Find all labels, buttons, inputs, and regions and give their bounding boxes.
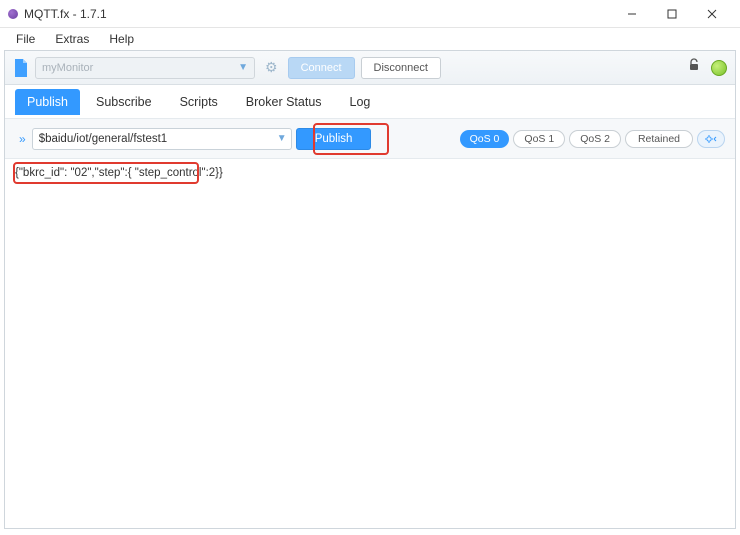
connect-button[interactable]: Connect <box>288 57 355 79</box>
chevron-down-icon: ▼ <box>277 133 287 144</box>
profile-select-placeholder: myMonitor <box>42 62 93 74</box>
main-frame: myMonitor ▼ ⚙ Connect Disconnect Publish… <box>4 50 736 529</box>
qos-2-button[interactable]: QoS 2 <box>569 130 621 148</box>
close-button[interactable] <box>692 0 732 28</box>
publish-settings-button[interactable] <box>697 130 725 148</box>
tab-log[interactable]: Log <box>338 89 383 115</box>
payload-text: {"bkrc_id": "02","step":{ "step_control"… <box>15 165 725 181</box>
menu-help[interactable]: Help <box>99 30 144 48</box>
window-titlebar: MQTT.fx - 1.7.1 <box>0 0 740 28</box>
menubar: File Extras Help <box>0 28 740 50</box>
profile-file-icon[interactable] <box>13 59 29 77</box>
minimize-button[interactable] <box>612 0 652 28</box>
profile-select[interactable]: myMonitor ▼ <box>35 57 255 79</box>
retained-toggle[interactable]: Retained <box>625 130 693 148</box>
qos-0-button[interactable]: QoS 0 <box>460 130 510 148</box>
tab-subscribe[interactable]: Subscribe <box>84 89 164 115</box>
window-title: MQTT.fx - 1.7.1 <box>24 7 612 21</box>
topic-input[interactable]: $baidu/iot/general/fstest1 ▼ <box>32 128 292 150</box>
connection-status-indicator <box>711 60 727 76</box>
topic-input-value: $baidu/iot/general/fstest1 <box>39 133 168 145</box>
lock-icon <box>687 58 701 77</box>
tab-publish[interactable]: Publish <box>15 89 80 115</box>
tab-scripts[interactable]: Scripts <box>168 89 230 115</box>
tabs-row: Publish Subscribe Scripts Broker Status … <box>5 85 735 119</box>
expand-panel-icon[interactable]: » <box>15 132 28 146</box>
qos-1-button[interactable]: QoS 1 <box>513 130 565 148</box>
chevron-down-icon: ▼ <box>238 62 248 73</box>
menu-file[interactable]: File <box>6 30 45 48</box>
window-controls <box>612 0 732 28</box>
connection-toolbar: myMonitor ▼ ⚙ Connect Disconnect <box>5 51 735 85</box>
disconnect-button[interactable]: Disconnect <box>361 57 441 79</box>
publish-action-row: » $baidu/iot/general/fstest1 ▼ Publish Q… <box>5 119 735 159</box>
tab-broker-status[interactable]: Broker Status <box>234 89 334 115</box>
payload-editor[interactable]: {"bkrc_id": "02","step":{ "step_control"… <box>5 159 735 528</box>
publish-button[interactable]: Publish <box>296 128 372 150</box>
app-icon <box>8 9 18 19</box>
maximize-button[interactable] <box>652 0 692 28</box>
gear-icon[interactable]: ⚙ <box>261 59 282 76</box>
menu-extras[interactable]: Extras <box>45 30 99 48</box>
